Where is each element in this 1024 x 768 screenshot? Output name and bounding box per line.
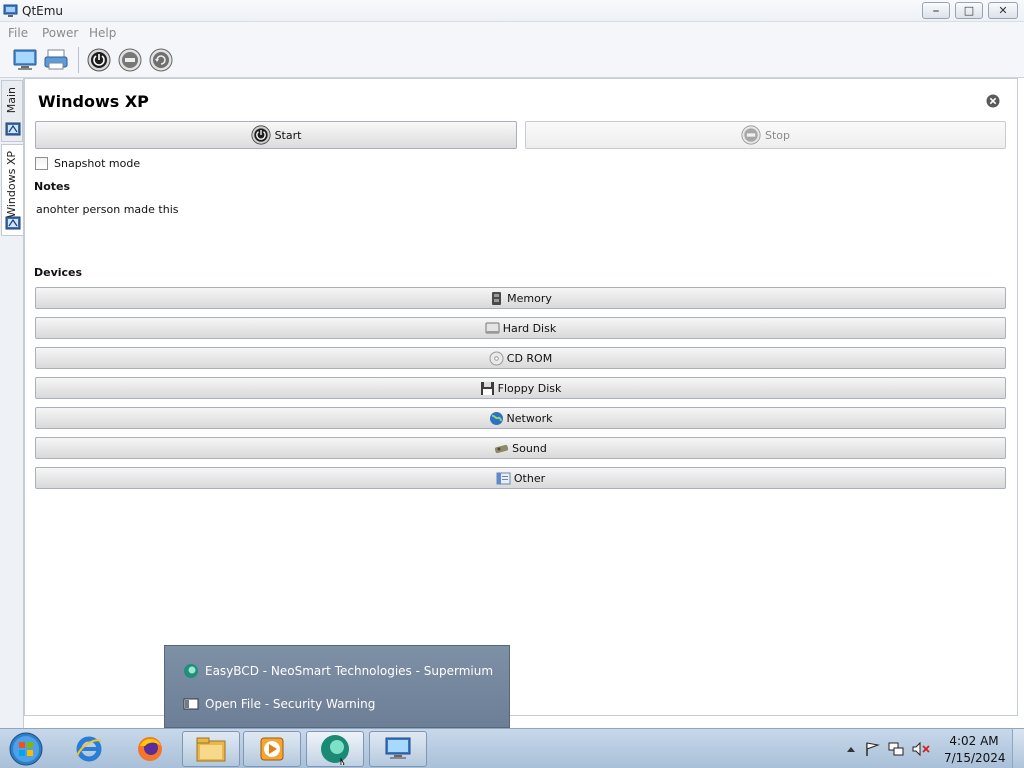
taskbar-media-player[interactable] [243,731,301,767]
memory-icon [492,291,502,305]
close-icon: ✕ [998,4,1008,17]
menu-file[interactable]: File [8,26,28,40]
device-sound-button[interactable]: Sound [35,437,1006,459]
power-stop-icon [741,125,761,145]
device-label: Sound [512,441,547,455]
machine-panel: Windows XP Start Stop Snapshot mode Note… [24,78,1018,716]
snapshot-mode-checkbox[interactable] [35,157,48,170]
qtemu-app-icon [3,4,18,17]
maximize-icon: □ [963,4,975,17]
start-label: Start [274,128,302,142]
start-button[interactable]: Start [35,121,517,149]
menu-power[interactable]: Power [42,26,78,40]
tab-main[interactable]: Main [1,80,23,142]
minimize-icon: ⎯ [933,4,939,17]
device-label: Hard Disk [502,321,557,335]
clock-time[interactable]: 4:02 AM [944,734,1004,748]
supermium-icon [321,735,349,765]
start-orb-icon[interactable] [6,731,46,767]
menu-bar: File Power Help [0,22,1024,42]
firefox-icon [138,737,162,761]
open-machine-button[interactable] [41,45,71,75]
machine-title: Windows XP [38,92,149,111]
window-title: QtEmu [22,4,64,18]
file-explorer-icon [196,737,226,762]
device-memory-button[interactable]: Memory [35,287,1006,309]
network-tray-icon[interactable] [888,742,904,756]
notes-text[interactable]: anohter person made this [36,203,179,216]
devices-heading: Devices [34,266,83,279]
taskbar: 4:02 AM 7/15/2024 [0,728,1024,768]
stop-label: Stop [764,128,790,142]
tray-overflow-icon[interactable] [847,747,855,752]
popup-item-label: EasyBCD - NeoSmart Technologies - Superm… [205,664,494,678]
taskbar-firefox[interactable] [121,731,179,767]
close-machine-tab-icon[interactable] [986,94,1000,108]
popup-item-easybcd[interactable]: EasyBCD - NeoSmart Technologies - Superm… [183,663,493,679]
snapshot-mode-label: Snapshot mode [54,157,141,170]
network-icon [489,411,503,425]
device-label: CD ROM [506,351,553,365]
device-other-button[interactable]: Other [35,467,1006,489]
window-icon [183,698,199,710]
cd-rom-icon [489,351,504,365]
tab-windows-xp[interactable]: Windows XP [1,144,23,236]
stop-button[interactable]: Stop [525,121,1006,149]
other-icon [496,472,511,484]
hard-disk-icon [485,322,500,333]
popup-item-label: Open File - Security Warning [205,697,376,711]
device-label: Memory [507,291,552,305]
machine-tab-icon [5,216,21,230]
device-label: Network [506,411,553,425]
media-player-icon [260,737,284,761]
taskbar-file-explorer[interactable] [182,731,240,767]
taskbar-supermium[interactable] [306,731,364,767]
tab-main-label: Main [5,87,18,114]
popup-item-open-file-warning[interactable]: Open File - Security Warning [183,696,375,712]
machine-tab-icon [5,122,21,136]
power-start-button[interactable] [84,45,114,75]
device-network-button[interactable]: Network [35,407,1006,429]
toolbar-separator [78,47,79,73]
tab-windows-xp-label: Windows XP [5,151,18,218]
device-floppy-disk-button[interactable]: Floppy Disk [35,377,1006,399]
notes-heading: Notes [34,180,71,193]
device-label: Other [513,471,546,485]
power-restart-button[interactable] [146,45,176,75]
power-stop-button[interactable] [115,45,145,75]
new-machine-button[interactable] [10,45,40,75]
machine-tab-bar: Main Windows XP [0,78,24,728]
internet-explorer-icon [76,736,102,762]
clock-date[interactable]: 7/15/2024 [944,751,1006,765]
device-label: Floppy Disk [497,381,562,395]
action-center-flag-icon[interactable] [866,742,880,756]
open-machine-icon [44,49,68,70]
menu-help[interactable]: Help [89,26,116,40]
close-button[interactable]: ✕ [988,2,1018,19]
taskbar-internet-explorer[interactable] [60,731,118,767]
show-desktop-button[interactable] [1012,729,1024,768]
snapshot-mode-row: Snapshot mode [35,157,140,170]
toolbar [0,42,1024,78]
maximize-button[interactable]: □ [955,2,983,19]
power-stop-icon [118,48,142,72]
taskbar-qtemu[interactable] [369,731,427,767]
device-cd-rom-button[interactable]: CD ROM [35,347,1006,369]
power-restart-icon [149,48,173,72]
power-start-icon [250,125,271,145]
floppy-disk-icon [480,381,494,395]
device-hard-disk-button[interactable]: Hard Disk [35,317,1006,339]
volume-muted-icon[interactable] [912,741,930,757]
supermium-icon [184,664,198,678]
power-start-icon [87,48,111,72]
new-machine-icon [13,49,37,70]
minimize-button[interactable]: ⎯ [922,2,950,19]
qtemu-icon [385,737,411,759]
title-bar: QtEmu ⎯ □ ✕ [0,0,1024,22]
sound-icon [495,444,509,453]
system-tray [847,741,930,757]
taskbar-jump-popup: EasyBCD - NeoSmart Technologies - Superm… [164,645,510,728]
